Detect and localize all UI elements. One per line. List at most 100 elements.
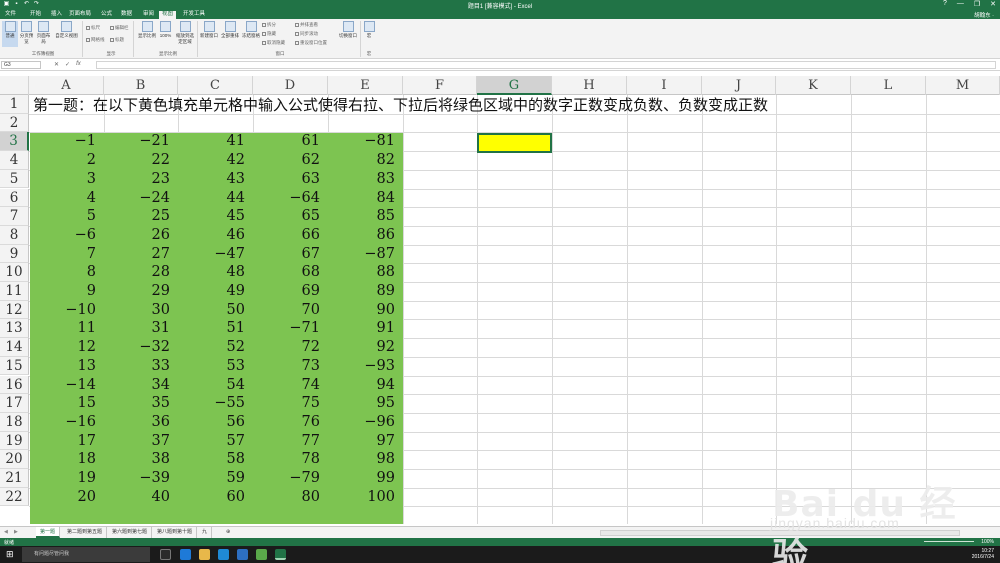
row-header-3[interactable]: 3 bbox=[0, 132, 29, 152]
cell-b14[interactable]: −32 bbox=[104, 338, 178, 357]
cell-a18[interactable]: −16 bbox=[29, 413, 104, 432]
row-header-10[interactable]: 10 bbox=[0, 263, 29, 282]
cell-b12[interactable]: 30 bbox=[104, 301, 178, 320]
cell-a10[interactable]: 8 bbox=[29, 263, 104, 282]
sheet-tab-4[interactable]: 第八题到第十题 bbox=[153, 527, 198, 538]
cell-c10[interactable]: 48 bbox=[178, 263, 253, 282]
cell-e8[interactable]: 86 bbox=[328, 226, 403, 245]
cell-a19[interactable]: 17 bbox=[29, 432, 104, 451]
row-header-17[interactable]: 17 bbox=[0, 394, 29, 413]
column-header-j[interactable]: J bbox=[702, 76, 776, 95]
active-cell-g3[interactable] bbox=[477, 133, 552, 153]
gridlines-checkbox[interactable]: 网格线 bbox=[86, 37, 105, 43]
column-header-i[interactable]: I bbox=[627, 76, 702, 95]
column-header-g[interactable]: G bbox=[477, 76, 552, 95]
cell-c18[interactable]: 56 bbox=[178, 413, 253, 432]
tab-page-layout[interactable]: 页面布局 bbox=[66, 11, 94, 19]
cell-d19[interactable]: 77 bbox=[253, 432, 328, 451]
custom-views-button[interactable]: 自定义视图 bbox=[53, 21, 80, 47]
cell-d7[interactable]: 65 bbox=[253, 207, 328, 226]
unhide-button[interactable]: 取消隐藏 bbox=[262, 40, 285, 46]
cell-e10[interactable]: 88 bbox=[328, 263, 403, 282]
cell-e12[interactable]: 90 bbox=[328, 301, 403, 320]
cell-d15[interactable]: 73 bbox=[253, 357, 328, 376]
cell-a3[interactable]: −1 bbox=[29, 132, 104, 151]
cell-a5[interactable]: 3 bbox=[29, 170, 104, 189]
cell-c6[interactable]: 44 bbox=[178, 189, 253, 208]
row-header-21[interactable]: 21 bbox=[0, 469, 29, 488]
sheet-tab-2[interactable]: 第二题到第五题 bbox=[63, 527, 108, 538]
cell-b17[interactable]: 35 bbox=[104, 394, 178, 413]
cell-a11[interactable]: 9 bbox=[29, 282, 104, 301]
cell-c16[interactable]: 54 bbox=[178, 376, 253, 395]
column-header-c[interactable]: C bbox=[178, 76, 253, 95]
cell-a22[interactable]: 20 bbox=[29, 488, 104, 507]
cell-e7[interactable]: 85 bbox=[328, 207, 403, 226]
row-header-8[interactable]: 8 bbox=[0, 225, 29, 245]
cell-d11[interactable]: 69 bbox=[253, 282, 328, 301]
zoom-level[interactable]: 100% bbox=[981, 539, 994, 545]
cell-d20[interactable]: 78 bbox=[253, 450, 328, 469]
cell-a13[interactable]: 11 bbox=[29, 319, 104, 338]
excel-taskbar-icon[interactable] bbox=[275, 549, 286, 560]
cell-d22[interactable]: 80 bbox=[253, 488, 328, 507]
split-button[interactable]: 拆分 bbox=[262, 22, 276, 28]
windows-start-icon[interactable]: ⊞ bbox=[6, 550, 15, 559]
cell-c17[interactable]: −55 bbox=[178, 394, 253, 413]
cell-b5[interactable]: 23 bbox=[104, 170, 178, 189]
user-account[interactable]: 胡翰东 · bbox=[974, 11, 994, 19]
column-header-e[interactable]: E bbox=[328, 76, 403, 95]
close-button[interactable]: ✕ bbox=[990, 0, 996, 8]
sync-scroll-button[interactable]: 同步滚动 bbox=[295, 31, 318, 37]
zoom-100-button[interactable]: 100% bbox=[158, 21, 173, 47]
cell-d18[interactable]: 76 bbox=[253, 413, 328, 432]
cell-a6[interactable]: 4 bbox=[29, 189, 104, 208]
hide-button[interactable]: 隐藏 bbox=[262, 31, 276, 37]
restore-button[interactable]: ❐ bbox=[974, 0, 980, 8]
tab-developer[interactable]: 开发工具 bbox=[180, 11, 208, 19]
cell-b16[interactable]: 34 bbox=[104, 376, 178, 395]
row-header-19[interactable]: 19 bbox=[0, 431, 29, 451]
sheet-tab-1[interactable]: 第一题 bbox=[36, 527, 61, 538]
column-header-l[interactable]: L bbox=[851, 76, 926, 95]
tab-view[interactable]: 视图 bbox=[159, 11, 177, 19]
cell-d13[interactable]: −71 bbox=[253, 319, 328, 338]
cell-c11[interactable]: 49 bbox=[178, 282, 253, 301]
spreadsheet-grid[interactable]: ABCDEFGHIJKLM −1 −21 41 61 −81 2 22 42 62 82 3 23 43… bbox=[0, 76, 1000, 524]
cell-e15[interactable]: −93 bbox=[328, 357, 403, 376]
new-window-button[interactable]: 新建窗口 bbox=[199, 21, 219, 47]
cell-a17[interactable]: 15 bbox=[29, 394, 104, 413]
zoom-to-selection-button[interactable]: 缩放到选定区域 bbox=[174, 21, 196, 47]
column-header-b[interactable]: B bbox=[104, 76, 178, 95]
next-sheet-icon[interactable]: ▶ bbox=[14, 529, 18, 535]
cell-b10[interactable]: 28 bbox=[104, 263, 178, 282]
sheet-tab-5[interactable]: 九 bbox=[198, 527, 213, 538]
cell-e3[interactable]: −81 bbox=[328, 132, 403, 151]
sheet-tab-3[interactable]: 第六题到第七题 bbox=[108, 527, 153, 538]
cell-b11[interactable]: 29 bbox=[104, 282, 178, 301]
cell-d17[interactable]: 75 bbox=[253, 394, 328, 413]
cell-b15[interactable]: 33 bbox=[104, 357, 178, 376]
column-header-h[interactable]: H bbox=[552, 76, 627, 95]
help-button[interactable]: ? bbox=[943, 0, 947, 8]
macros-button[interactable]: 宏 bbox=[362, 21, 376, 47]
cell-e5[interactable]: 83 bbox=[328, 170, 403, 189]
edge-browser-icon[interactable] bbox=[180, 549, 191, 560]
cell-e9[interactable]: −87 bbox=[328, 245, 403, 264]
row-header-20[interactable]: 20 bbox=[0, 450, 29, 469]
instruction-text[interactable]: 第一题：在以下黄色填充单元格中输入公式使得右拉、下拉后将绿色区域中的数字正数变成… bbox=[33, 95, 768, 114]
cell-d10[interactable]: 68 bbox=[253, 263, 328, 282]
row-header-7[interactable]: 7 bbox=[0, 207, 29, 226]
column-header-k[interactable]: K bbox=[776, 76, 851, 95]
cell-d8[interactable]: 66 bbox=[253, 226, 328, 245]
cell-b3[interactable]: −21 bbox=[104, 132, 178, 151]
row-header-11[interactable]: 11 bbox=[0, 282, 29, 301]
enter-icon[interactable]: ✓ bbox=[65, 61, 70, 68]
cell-c15[interactable]: 53 bbox=[178, 357, 253, 376]
cell-a14[interactable]: 12 bbox=[29, 338, 104, 357]
zoom-slider[interactable] bbox=[924, 541, 974, 542]
prev-sheet-icon[interactable]: ◀ bbox=[4, 529, 8, 535]
row-header-16[interactable]: 16 bbox=[0, 375, 29, 395]
mail-icon[interactable] bbox=[237, 549, 248, 560]
cell-d16[interactable]: 74 bbox=[253, 376, 328, 395]
